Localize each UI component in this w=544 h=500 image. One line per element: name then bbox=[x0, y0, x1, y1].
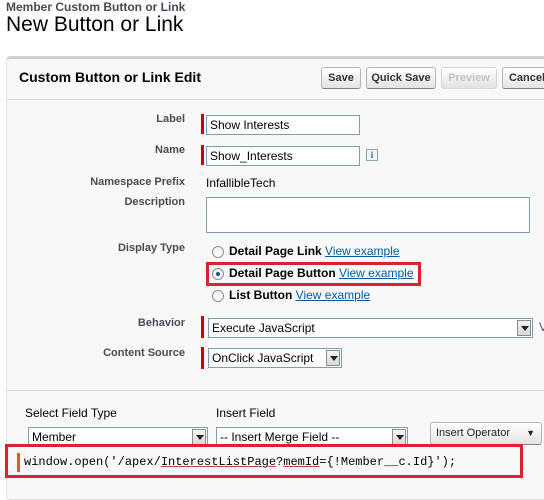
label-input[interactable]: Show Interests bbox=[206, 115, 360, 135]
option-label: Detail Page Link bbox=[229, 244, 322, 258]
namespace-prefix-value: InfallibleTech bbox=[206, 176, 276, 190]
chevron-down-icon bbox=[192, 429, 206, 445]
code-segment: memId bbox=[283, 455, 320, 469]
caret-down-icon: ▼ bbox=[526, 428, 535, 438]
option-label: List Button bbox=[229, 288, 293, 302]
radio-detail-page-link[interactable] bbox=[212, 246, 224, 258]
behavior-value: Execute JavaScript bbox=[212, 321, 315, 335]
radio-detail-page-button[interactable] bbox=[212, 268, 224, 280]
insert-operator-label: Insert Operator bbox=[436, 427, 510, 439]
required-marker bbox=[201, 145, 204, 165]
option-label: Detail Page Button bbox=[229, 266, 336, 280]
name-input[interactable]: Show_Interests bbox=[206, 146, 360, 166]
name-field-label: Name bbox=[155, 144, 185, 156]
info-icon[interactable]: i bbox=[366, 149, 378, 161]
field-type-value: Member bbox=[32, 430, 77, 444]
option-detail-page-link: Detail Page Link View example bbox=[229, 244, 400, 258]
view-example-link[interactable]: View example bbox=[339, 266, 413, 280]
chevron-down-icon bbox=[326, 350, 340, 366]
page-title: New Button or Link bbox=[6, 13, 184, 36]
label-field-label: Label bbox=[156, 113, 185, 125]
select-field-type-label: Select Field Type bbox=[25, 406, 117, 420]
description-textarea[interactable] bbox=[206, 197, 530, 233]
cancel-button[interactable]: Cancel bbox=[502, 67, 544, 89]
required-marker bbox=[201, 347, 204, 369]
panel-title: Custom Button or Link Edit bbox=[19, 69, 201, 85]
content-source-value: OnClick JavaScript bbox=[212, 351, 314, 365]
behavior-overflow: V bbox=[539, 320, 544, 334]
preview-button[interactable]: Preview bbox=[441, 67, 497, 89]
code-segment: ={!Member__c.Id}'); bbox=[319, 455, 457, 469]
code-segment: InterestListPage bbox=[160, 455, 277, 469]
javascript-code-editor[interactable]: window.open('/apex/InterestListPage?memI… bbox=[24, 455, 456, 469]
option-list-button: List Button View example bbox=[229, 288, 370, 302]
chevron-down-icon bbox=[392, 429, 406, 445]
insert-field-label: Insert Field bbox=[216, 406, 276, 420]
behavior-label: Behavior bbox=[137, 317, 185, 329]
view-example-link[interactable]: View example bbox=[296, 288, 370, 302]
content-source-label: Content Source bbox=[103, 347, 185, 359]
required-marker bbox=[17, 453, 20, 472]
section-divider bbox=[7, 390, 544, 391]
namespace-prefix-label: Namespace Prefix bbox=[90, 176, 185, 188]
required-marker bbox=[201, 114, 204, 134]
radio-list-button[interactable] bbox=[212, 290, 224, 302]
panel-header-divider bbox=[7, 99, 544, 100]
description-label: Description bbox=[124, 196, 185, 208]
display-type-label: Display Type bbox=[117, 242, 185, 254]
required-marker bbox=[201, 316, 204, 338]
behavior-select[interactable]: Execute JavaScript bbox=[208, 318, 533, 338]
option-detail-page-button: Detail Page Button View example bbox=[229, 266, 414, 280]
insert-field-value: -- Insert Merge Field -- bbox=[220, 430, 340, 444]
quick-save-button[interactable]: Quick Save bbox=[366, 67, 436, 89]
content-source-select[interactable]: OnClick JavaScript bbox=[208, 348, 342, 368]
breadcrumb: Member Custom Button or Link bbox=[6, 0, 186, 14]
view-example-link[interactable]: View example bbox=[325, 244, 399, 258]
save-button[interactable]: Save bbox=[321, 67, 361, 89]
code-segment: window.open('/apex/ bbox=[24, 455, 161, 469]
chevron-down-icon bbox=[517, 320, 531, 336]
insert-operator-button[interactable]: Insert Operator ▼ bbox=[430, 422, 542, 445]
